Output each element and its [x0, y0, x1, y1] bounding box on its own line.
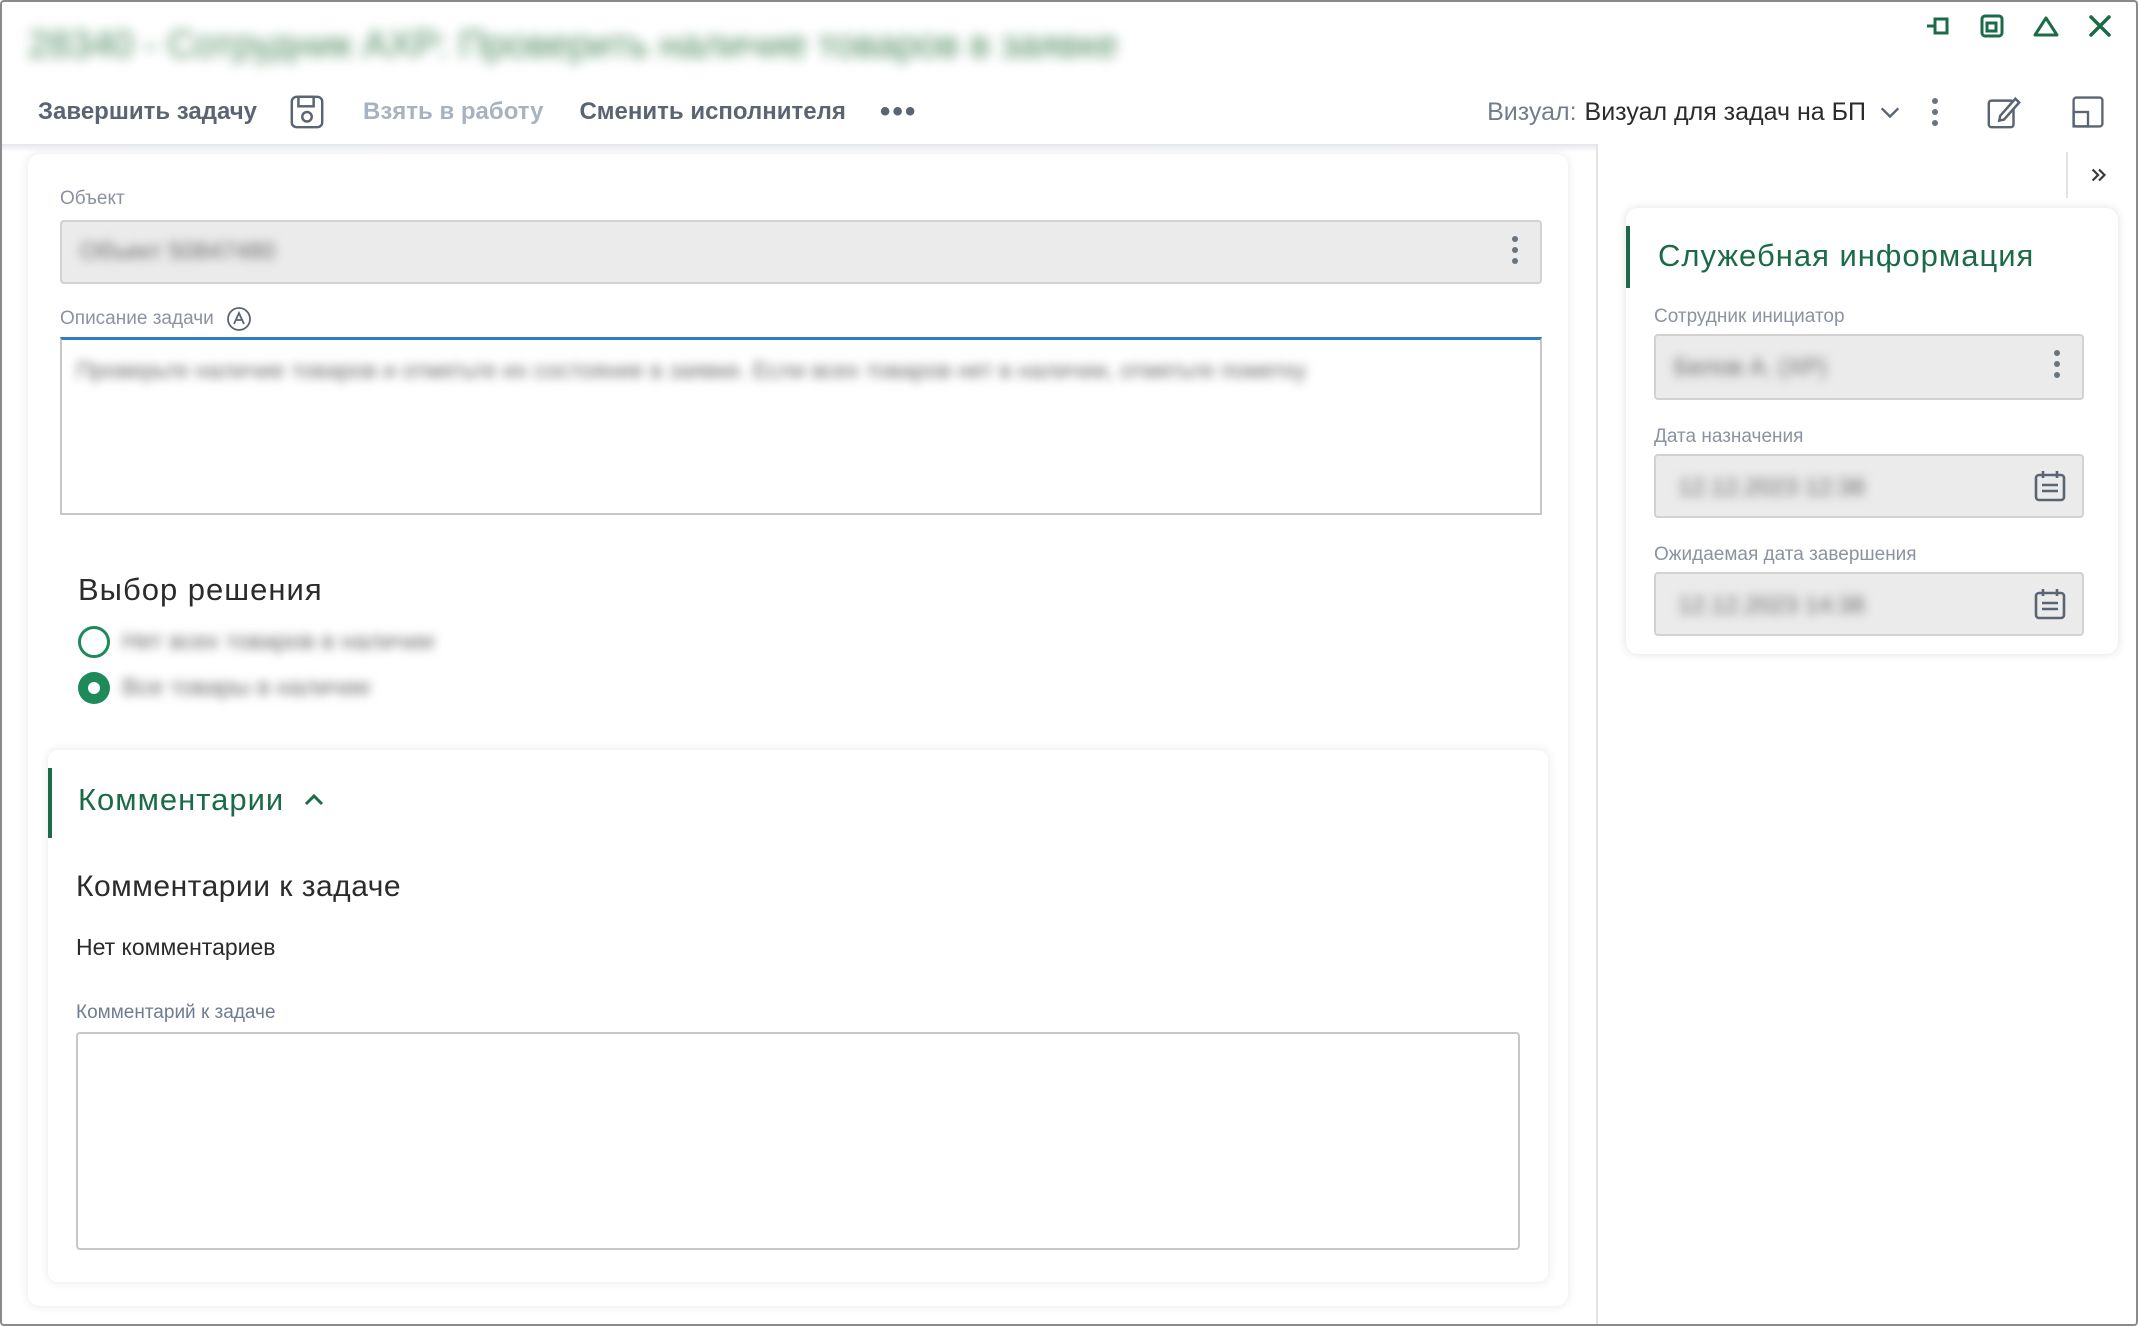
- double-chevron-right-icon: [2091, 168, 2107, 182]
- assigned-date-value: 12.12.2023 12:38: [1678, 474, 1865, 501]
- visual-menu-icon[interactable]: [1930, 98, 1940, 126]
- auto-text-icon: [226, 307, 251, 331]
- change-assignee-button[interactable]: Сменить исполнителя: [579, 98, 845, 126]
- window-title: 28340 - Сотрудник АХР: Проверить наличие…: [28, 24, 1119, 66]
- object-menu-icon[interactable]: [1510, 236, 1520, 264]
- close-icon[interactable]: [2084, 10, 2116, 42]
- description-value: Проверьте наличие товаров и отметьте их …: [76, 357, 1307, 383]
- description-field[interactable]: Проверьте наличие товаров и отметьте их …: [60, 337, 1542, 515]
- initiator-menu-icon[interactable]: [2052, 350, 2062, 378]
- decision-option-0: Нет всех товаров в наличии: [122, 628, 435, 655]
- comments-section: Комментарии Комментарии к задаче Нет ком…: [48, 750, 1548, 1282]
- title-bar: 28340 - Сотрудник АХР: Проверить наличие…: [2, 2, 2136, 72]
- comments-accent-bar: [48, 768, 52, 838]
- comment-textarea[interactable]: [76, 1032, 1520, 1250]
- assigned-date-label: Дата назначения: [1654, 426, 1804, 447]
- service-info-accent-bar: [1626, 226, 1630, 288]
- comments-subtitle: Комментарии к задаче: [76, 870, 402, 903]
- no-comments-text: Нет комментариев: [76, 934, 276, 960]
- service-info-panel: Служебная информация Сотрудник инициатор…: [1596, 144, 2136, 1324]
- calendar-icon[interactable]: [2032, 468, 2068, 504]
- comments-toggle[interactable]: Комментарии: [78, 782, 326, 818]
- service-info-title: Служебная информация: [1658, 238, 2035, 273]
- chevron-up-icon: [305, 793, 324, 806]
- minimize-icon[interactable]: [2030, 10, 2062, 42]
- task-window: 28340 - Сотрудник АХР: Проверить наличие…: [0, 0, 2138, 1326]
- restore-icon[interactable]: [1976, 10, 2008, 42]
- decision-option-1: Все товары в наличии: [122, 674, 370, 701]
- save-icon[interactable]: [287, 92, 327, 132]
- expected-date-value: 12.12.2023 14:38: [1678, 592, 1865, 619]
- task-form-card: Объект Объект 50847480 Описание задачи П…: [28, 154, 1568, 1306]
- comment-input-label: Комментарий к задаче: [76, 1002, 276, 1023]
- comments-header: Комментарии: [78, 782, 285, 817]
- object-label: Объект: [60, 188, 125, 209]
- description-label-row: Описание задачи: [60, 306, 252, 332]
- object-value: Объект 50847480: [80, 238, 276, 265]
- object-field[interactable]: Объект 50847480: [60, 220, 1542, 284]
- decision-radio-1[interactable]: [78, 672, 110, 704]
- window-controls: [1922, 10, 2116, 42]
- visual-label: Визуал:: [1487, 97, 1577, 126]
- decision-radio-0[interactable]: [78, 626, 110, 658]
- chevron-down-icon[interactable]: [1878, 99, 1904, 125]
- assigned-date-field[interactable]: 12.12.2023 12:38: [1654, 454, 2084, 518]
- edit-icon[interactable]: [1984, 92, 2024, 132]
- calendar-icon[interactable]: [2032, 586, 2068, 622]
- more-actions-button[interactable]: •••: [880, 97, 918, 127]
- take-to-work-button[interactable]: Взять в работу: [363, 98, 543, 126]
- pin-icon[interactable]: [1922, 10, 1954, 42]
- description-label: Описание задачи: [60, 308, 214, 329]
- visual-select[interactable]: Визуал для задач на БП: [1585, 98, 1866, 127]
- initiator-label: Сотрудник инициатор: [1654, 306, 1845, 327]
- initiator-field[interactable]: Белов А. (ХР): [1654, 334, 2084, 400]
- expected-date-label: Ожидаемая дата завершения: [1654, 544, 1917, 565]
- layout-icon[interactable]: [2068, 92, 2108, 132]
- initiator-value: Белов А. (ХР): [1674, 354, 1827, 381]
- toolbar: Завершить задачу Взять в работу Сменить …: [2, 80, 2136, 144]
- decision-title: Выбор решения: [78, 572, 323, 607]
- toolbar-right: Визуал: Визуал для задач на БП: [1487, 80, 2108, 144]
- expected-date-field[interactable]: 12.12.2023 14:38: [1654, 572, 2084, 636]
- service-info-card: Служебная информация Сотрудник инициатор…: [1626, 208, 2118, 654]
- complete-task-button[interactable]: Завершить задачу: [38, 98, 257, 126]
- collapse-panel-button[interactable]: [2066, 152, 2130, 198]
